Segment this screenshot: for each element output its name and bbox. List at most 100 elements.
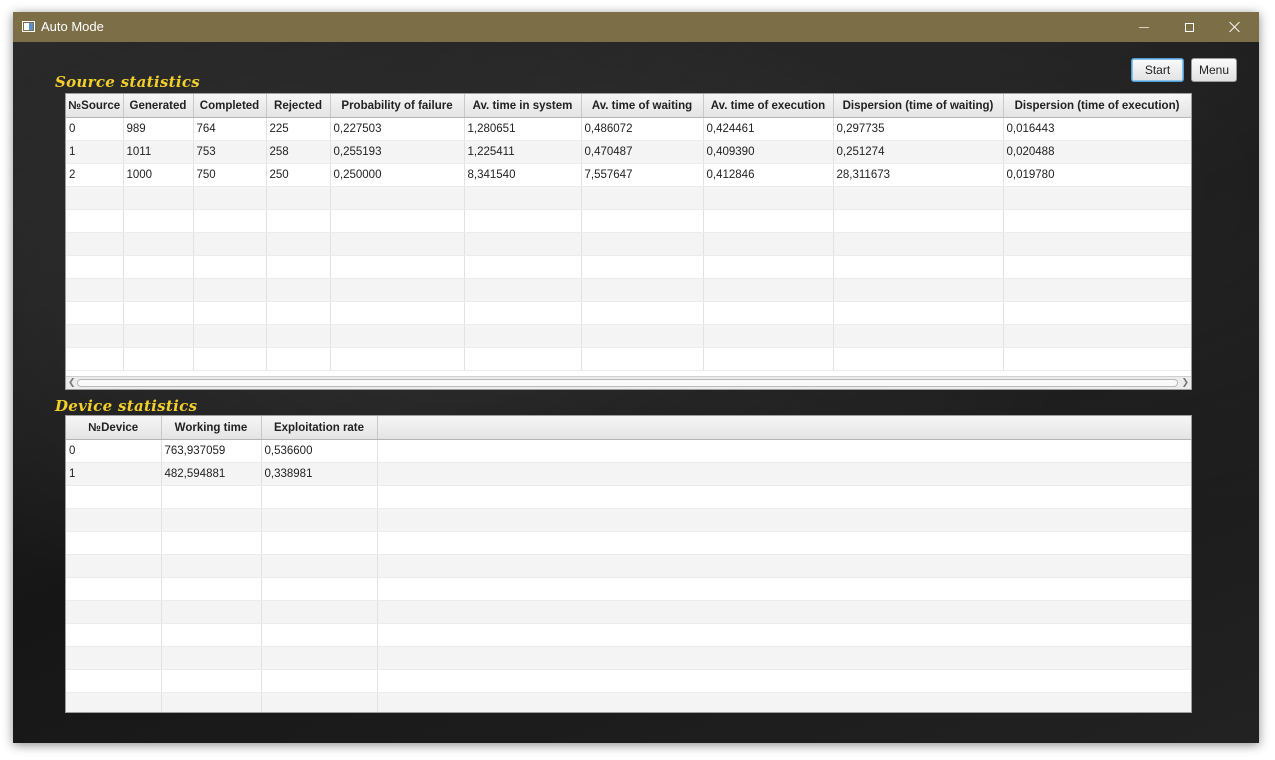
menu-button[interactable]: Menu bbox=[1191, 58, 1237, 82]
table-cell bbox=[330, 186, 465, 210]
minimize-button[interactable] bbox=[1121, 12, 1167, 42]
table-cell bbox=[66, 485, 162, 509]
scroll-right-icon[interactable]: ❯ bbox=[1181, 377, 1189, 389]
column-header[interactable]: Completed bbox=[193, 94, 267, 118]
empty-table-row[interactable] bbox=[66, 485, 1191, 509]
empty-table-row[interactable] bbox=[66, 692, 1191, 712]
table-cell bbox=[377, 577, 1191, 601]
column-header[interactable]: Exploitation rate bbox=[261, 416, 378, 440]
table-cell bbox=[833, 278, 1004, 302]
table-cell bbox=[193, 324, 267, 348]
table-cell bbox=[377, 600, 1191, 624]
empty-table-row[interactable] bbox=[66, 278, 1191, 302]
empty-table-row[interactable] bbox=[66, 301, 1191, 325]
table-cell bbox=[833, 186, 1004, 210]
column-header[interactable]: №Device bbox=[66, 416, 162, 440]
empty-table-row[interactable] bbox=[66, 646, 1191, 670]
column-header[interactable]: Rejected bbox=[266, 94, 331, 118]
table-cell bbox=[330, 255, 465, 279]
table-cell: 0 bbox=[66, 117, 124, 141]
table-cell bbox=[66, 232, 124, 256]
table-cell bbox=[193, 186, 267, 210]
column-header[interactable]: Dispersion (time of waiting) bbox=[833, 94, 1004, 118]
app-window: Auto Mode Start Menu Source statistics №… bbox=[13, 12, 1259, 743]
table-cell bbox=[123, 255, 194, 279]
table-cell bbox=[833, 232, 1004, 256]
table-cell bbox=[330, 301, 465, 325]
table-cell: 0,251274 bbox=[833, 140, 1004, 164]
table-cell bbox=[703, 324, 834, 348]
table-cell: 1,225411 bbox=[464, 140, 582, 164]
empty-table-row[interactable] bbox=[66, 531, 1191, 555]
column-header[interactable]: Generated bbox=[123, 94, 194, 118]
empty-table-row[interactable] bbox=[66, 232, 1191, 256]
table-cell bbox=[66, 692, 162, 712]
table-cell bbox=[330, 278, 465, 302]
empty-table-row[interactable] bbox=[66, 347, 1191, 371]
table-cell bbox=[464, 347, 582, 371]
table-cell bbox=[161, 485, 262, 509]
empty-table-row[interactable] bbox=[66, 554, 1191, 578]
table-row[interactable]: 2 1000 750 250 0,250000 8,341540 7,557647 0,412… bbox=[66, 163, 1191, 187]
table-cell: 225 bbox=[266, 117, 331, 141]
column-header[interactable]: Working time bbox=[161, 416, 262, 440]
table-header-row: №Source Generated Completed Rejected Probabi… bbox=[66, 94, 1191, 118]
column-header[interactable]: №Source bbox=[66, 94, 124, 118]
table-cell bbox=[123, 278, 194, 302]
table-cell bbox=[193, 301, 267, 325]
table-cell bbox=[703, 232, 834, 256]
main-content: Start Menu Source statistics №Source Gene… bbox=[13, 42, 1259, 743]
maximize-button[interactable] bbox=[1166, 12, 1212, 42]
table-cell bbox=[161, 531, 262, 555]
table-cell bbox=[261, 577, 378, 601]
table-cell bbox=[581, 347, 704, 371]
empty-table-row[interactable] bbox=[66, 324, 1191, 348]
scroll-left-icon[interactable]: ❮ bbox=[68, 377, 76, 389]
table-cell: 258 bbox=[266, 140, 331, 164]
table-cell bbox=[66, 531, 162, 555]
title-bar[interactable]: Auto Mode bbox=[13, 12, 1259, 42]
table-cell bbox=[66, 255, 124, 279]
table-cell bbox=[66, 646, 162, 670]
table-header-row: №Device Working time Exploitation rate bbox=[66, 416, 1191, 440]
window-title: Auto Mode bbox=[41, 19, 104, 34]
table-cell bbox=[581, 209, 704, 233]
column-header[interactable]: Av. time in system bbox=[464, 94, 582, 118]
table-cell bbox=[266, 232, 331, 256]
table-cell bbox=[464, 209, 582, 233]
close-button[interactable] bbox=[1212, 12, 1258, 42]
table-cell bbox=[66, 186, 124, 210]
table-cell bbox=[261, 531, 378, 555]
empty-table-row[interactable] bbox=[66, 209, 1191, 233]
table-cell bbox=[377, 485, 1191, 509]
table-cell: 0,227503 bbox=[330, 117, 465, 141]
table-cell: 0,424461 bbox=[703, 117, 834, 141]
table-cell: 0,470487 bbox=[581, 140, 704, 164]
empty-table-row[interactable] bbox=[66, 577, 1191, 601]
table-cell bbox=[377, 554, 1191, 578]
column-header[interactable]: Dispersion (time of execution) bbox=[1003, 94, 1191, 118]
empty-table-row[interactable] bbox=[66, 623, 1191, 647]
empty-table-row[interactable] bbox=[66, 669, 1191, 693]
start-button[interactable]: Start bbox=[1131, 58, 1184, 82]
empty-table-row[interactable] bbox=[66, 508, 1191, 532]
column-header[interactable]: Av. time of waiting bbox=[581, 94, 704, 118]
table-row[interactable]: 1 482,594881 0,338981 bbox=[66, 462, 1191, 486]
table-row[interactable]: 0 989 764 225 0,227503 1,280651 0,486072 0,4244… bbox=[66, 117, 1191, 141]
table-cell bbox=[266, 324, 331, 348]
table-row[interactable]: 1 1011 753 258 0,255193 1,225411 0,470487 0,409… bbox=[66, 140, 1191, 164]
empty-table-row[interactable] bbox=[66, 186, 1191, 210]
column-header[interactable]: Probability of failure bbox=[330, 94, 465, 118]
source-statistics-table[interactable]: №Source Generated Completed Rejected Probabi… bbox=[65, 93, 1192, 390]
device-statistics-table[interactable]: №Device Working time Exploitation rate 0 76… bbox=[65, 415, 1192, 713]
table-cell bbox=[703, 255, 834, 279]
empty-table-row[interactable] bbox=[66, 255, 1191, 279]
column-header[interactable]: Av. time of execution bbox=[703, 94, 834, 118]
table-cell: 250 bbox=[266, 163, 331, 187]
table-cell bbox=[377, 462, 1191, 486]
horizontal-scrollbar[interactable]: ❮ ❯ bbox=[66, 376, 1191, 389]
table-cell bbox=[581, 324, 704, 348]
scrollbar-thumb[interactable] bbox=[77, 379, 1178, 387]
empty-table-row[interactable] bbox=[66, 600, 1191, 624]
table-row[interactable]: 0 763,937059 0,536600 bbox=[66, 439, 1191, 463]
